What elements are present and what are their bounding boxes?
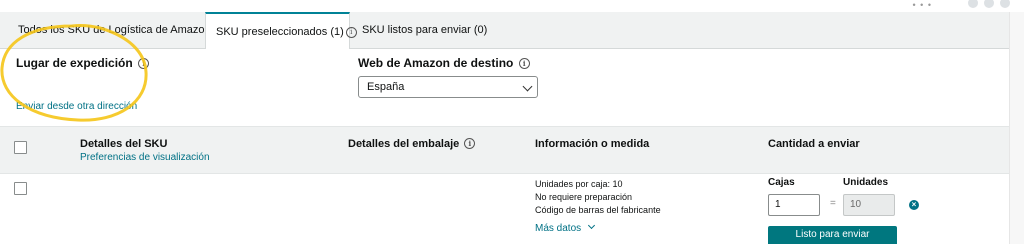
more-dots-icon: • • •: [912, 0, 932, 10]
equals-sign: =: [830, 198, 836, 209]
table-header: [0, 126, 1009, 174]
select-all-checkbox[interactable]: [14, 141, 27, 154]
marketplace-label: Web de Amazon de destino: [358, 56, 514, 70]
tab-label: SKU listos para enviar (0): [362, 24, 488, 36]
ship-from-heading: Lugar de expedición i: [16, 56, 150, 70]
barcode-text: Código de barras del fabricante: [535, 205, 661, 215]
info-icon[interactable]: i: [464, 138, 476, 149]
ready-to-ship-button[interactable]: Listo para enviar: [768, 226, 897, 244]
scrollbar[interactable]: [1009, 12, 1024, 244]
ship-from-label: Lugar de expedición: [16, 56, 133, 70]
units-per-box-text: Unidades por caja: 10: [535, 179, 623, 189]
marketplace-heading: Web de Amazon de destino i: [358, 56, 530, 70]
column-header-quantity: Cantidad a enviar: [768, 138, 860, 150]
tab-ready-skus[interactable]: SKU listos para enviar (0): [352, 12, 502, 48]
toolbar-icons: [968, 0, 1010, 8]
units-input: 10: [843, 194, 895, 216]
chevron-down-icon: [588, 221, 596, 230]
tab-label: SKU preseleccionados (1): [216, 26, 344, 38]
column-header-sku: Detalles del SKU: [80, 138, 168, 150]
tab-label: Todos los SKU de Logística de Amazon: [18, 24, 211, 36]
ship-from-other-address-link[interactable]: Enviar desde otra dirección: [16, 101, 137, 112]
boxes-label: Cajas: [768, 177, 795, 188]
display-preferences-link[interactable]: Preferencias de visualización: [80, 152, 210, 163]
row-checkbox[interactable]: [14, 182, 27, 195]
info-icon[interactable]: i: [138, 58, 150, 69]
marketplace-value: España: [367, 81, 405, 93]
toolbar-icon-1[interactable]: [968, 0, 978, 8]
more-details-label: Más datos: [535, 223, 582, 234]
column-header-packing: Detalles del embalaje i: [348, 138, 476, 150]
chevron-down-icon: [522, 81, 533, 92]
toolbar-icon-3[interactable]: [1000, 0, 1010, 8]
tab-all-fba-skus[interactable]: Todos los SKU de Logística de Amazon: [8, 12, 211, 48]
column-header-info: Información o medida: [535, 138, 650, 150]
remove-row-icon[interactable]: ×: [909, 200, 919, 210]
toolbar-icon-2[interactable]: [984, 0, 994, 8]
info-icon[interactable]: i: [518, 58, 530, 69]
column-header-packing-label: Detalles del embalaje: [348, 138, 460, 150]
tab-preselected-skus[interactable]: SKU preseleccionados (1) i: [205, 12, 357, 49]
more-details-link[interactable]: Más datos: [535, 221, 596, 234]
boxes-input[interactable]: 1: [768, 194, 820, 216]
tab-bar: Todos los SKU de Logística de Amazon SKU…: [0, 12, 1009, 49]
prep-text: No requiere preparación: [535, 192, 633, 202]
marketplace-select[interactable]: España: [358, 76, 538, 98]
top-strip: • • •: [0, 0, 1024, 12]
units-label: Unidades: [843, 177, 889, 188]
